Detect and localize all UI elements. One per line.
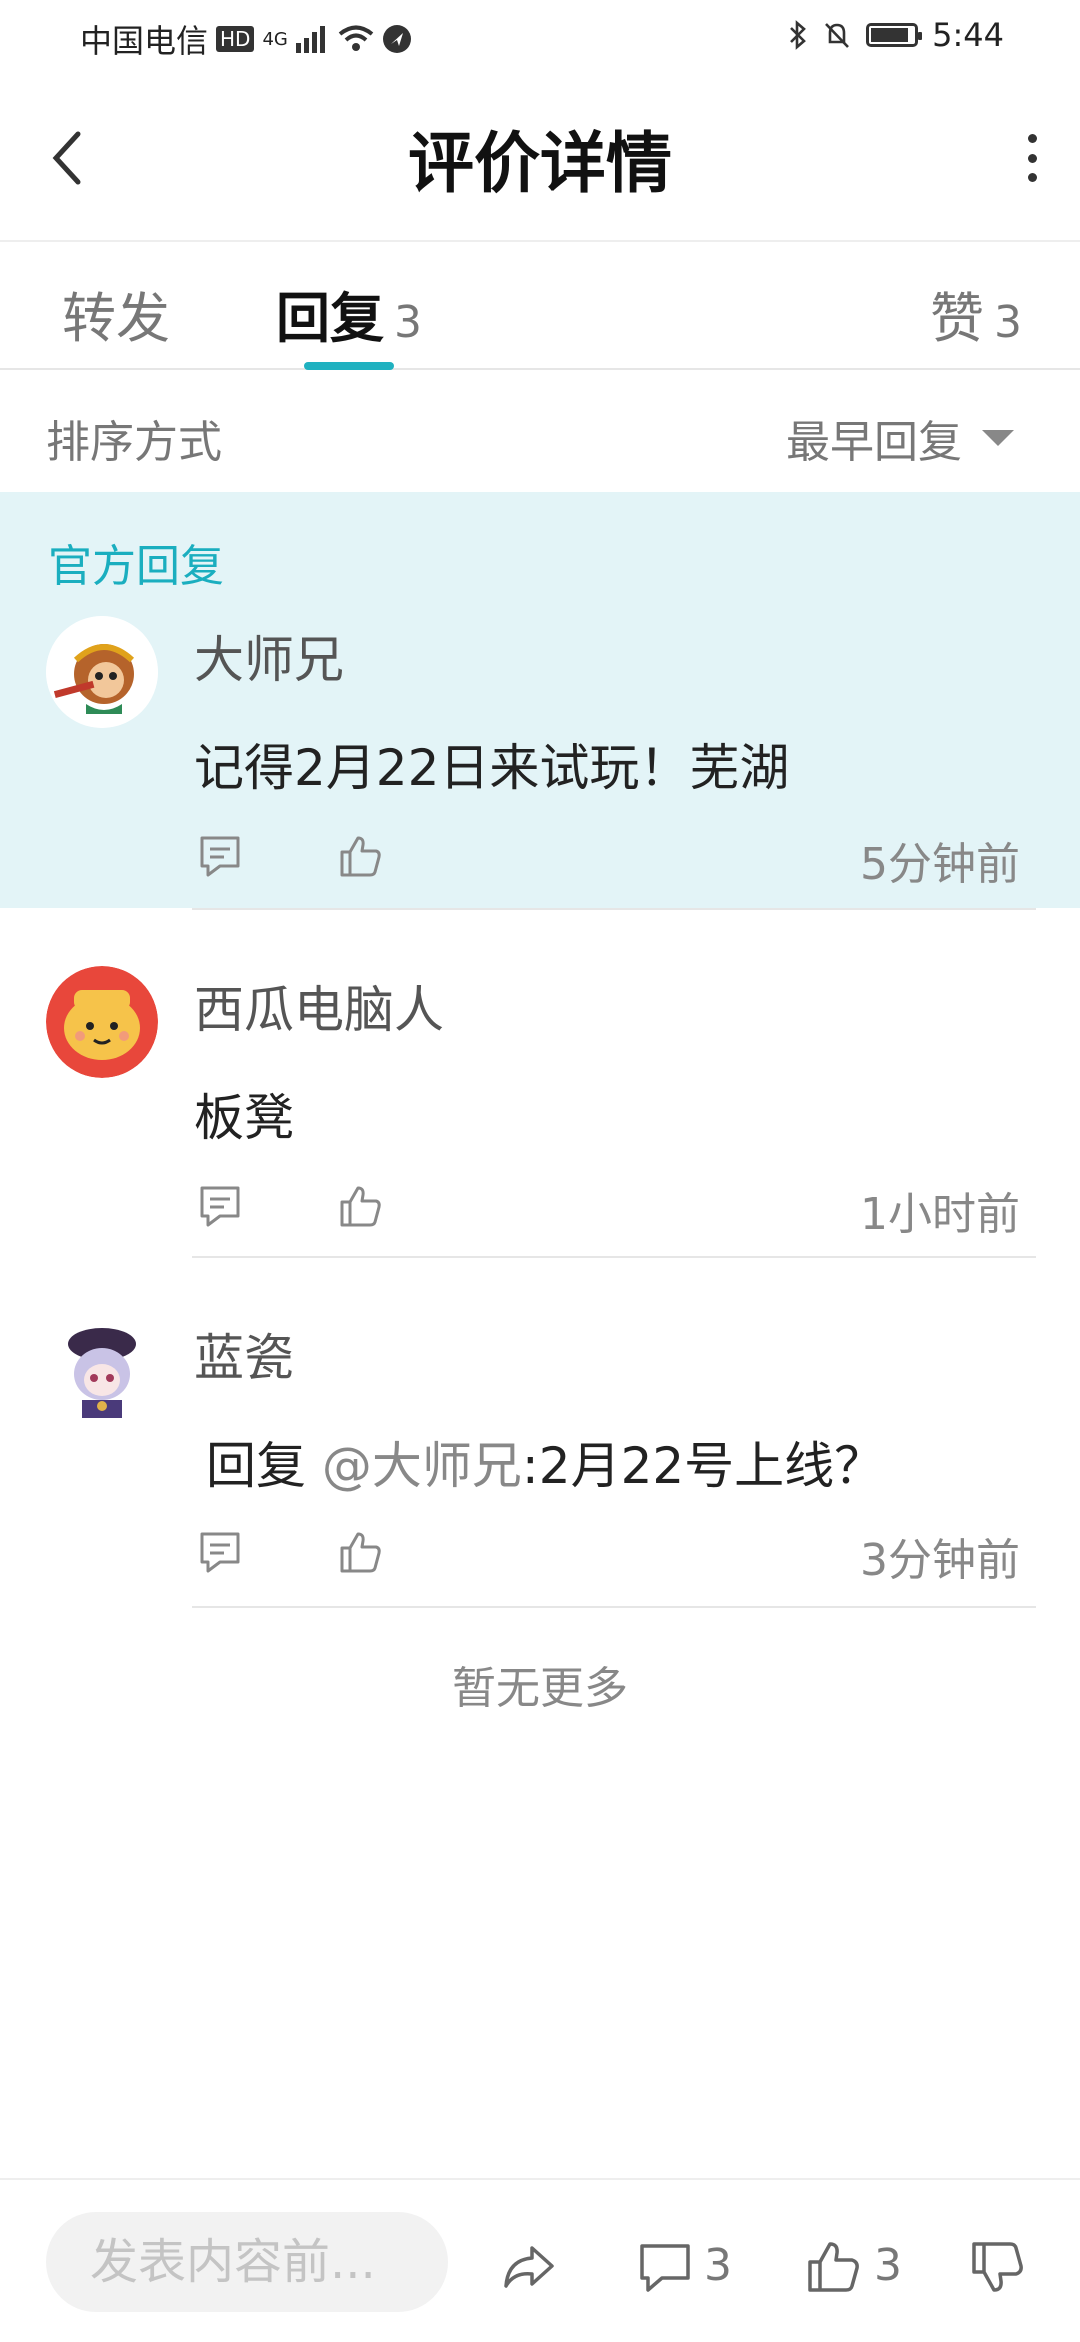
sort-row: 排序方式 最早回复	[0, 370, 1080, 492]
comment-input[interactable]: 发表内容前...	[46, 2212, 448, 2312]
tab-forward-label: 转发	[62, 287, 170, 350]
bottom-action-bar: 发表内容前... 3 3	[0, 2178, 1080, 2342]
anime-girl-avatar[interactable]	[46, 1314, 158, 1426]
bell-muted-icon	[825, 23, 850, 48]
reply-time: 3分钟前	[860, 1535, 1020, 1586]
tab-reply-label: 回复	[276, 287, 384, 350]
carrier-label: 中国电信	[80, 22, 209, 60]
thumbs-down-icon[interactable]	[968, 2238, 1026, 2296]
thumbs-up-icon[interactable]	[336, 1182, 384, 1230]
reply-content: :2月22号上线？	[521, 1437, 885, 1495]
tab-like-label: 赞	[930, 287, 984, 350]
signal-icon	[295, 26, 325, 53]
wifi-icon	[338, 25, 374, 51]
location-icon	[382, 25, 411, 53]
top-nav-bar: 评价详情	[0, 72, 1080, 242]
caret-down-icon	[982, 430, 1014, 446]
status-bar: 中国电信 HD 4G 5:44	[0, 0, 1080, 72]
like-count: 3	[874, 2240, 902, 2291]
reply-item: 蓝瓷 回复 @大师兄:2月22号上线？ 3分钟前	[0, 1258, 1080, 1608]
comment-icon[interactable]	[196, 1528, 244, 1576]
comment-count: 3	[704, 2240, 732, 2291]
reply-time: 1小时前	[860, 1189, 1020, 1240]
status-time: 5:44	[932, 16, 1004, 54]
comment-icon[interactable]	[196, 1182, 244, 1230]
share-icon[interactable]	[500, 2238, 558, 2296]
tab-reply-count: 3	[394, 297, 422, 348]
reply-item: 大师兄 记得2月22日来试玩！芜湖 5分钟前	[0, 492, 1080, 908]
tab-like-count: 3	[994, 297, 1022, 348]
reply-time: 5分钟前	[860, 839, 1020, 890]
comment-icon[interactable]	[636, 2238, 694, 2296]
battery-icon	[866, 23, 923, 47]
reply-content: 记得2月22日来试玩！芜湖	[194, 739, 790, 797]
tab-forward[interactable]: 转发	[62, 274, 170, 353]
no-more-label: 暂无更多	[452, 1663, 628, 1714]
reply-username[interactable]: 蓝瓷	[194, 1318, 294, 1390]
reply-prefix: 回复	[206, 1437, 306, 1495]
sort-label: 排序方式	[46, 417, 222, 468]
network-type: 4G	[262, 28, 288, 50]
monkey-king-avatar[interactable]	[46, 616, 158, 728]
active-tab-indicator	[304, 362, 394, 370]
tab-reply[interactable]: 回复 3	[276, 274, 422, 353]
reply-username[interactable]: 大师兄	[194, 620, 344, 692]
bluetooth-icon	[790, 20, 807, 50]
page-title: 评价详情	[408, 125, 672, 202]
thumbs-up-icon[interactable]	[804, 2238, 862, 2296]
sort-dropdown[interactable]: 最早回复	[786, 406, 1014, 470]
reply-content-line: 回复 @大师兄:2月22号上线？	[206, 1426, 884, 1498]
reply-item: 西瓜电脑人 板凳 1小时前	[0, 910, 1080, 1258]
mention-link[interactable]: @大师兄	[322, 1437, 522, 1495]
reply-content: 板凳	[194, 1089, 294, 1147]
comment-icon[interactable]	[196, 832, 244, 880]
thumbs-up-icon[interactable]	[336, 1528, 384, 1576]
tab-like[interactable]: 赞3	[930, 274, 1022, 353]
sort-value: 最早回复	[786, 417, 962, 468]
thumbs-up-icon[interactable]	[336, 832, 384, 880]
hd-icon: HD	[216, 26, 255, 52]
reply-username[interactable]: 西瓜电脑人	[194, 970, 444, 1042]
divider	[192, 1606, 1036, 1608]
yellow-cartoon-avatar[interactable]	[46, 966, 158, 1078]
more-menu-icon[interactable]	[1024, 134, 1040, 182]
tab-bar: 转发 回复 3 赞3	[0, 240, 1080, 370]
